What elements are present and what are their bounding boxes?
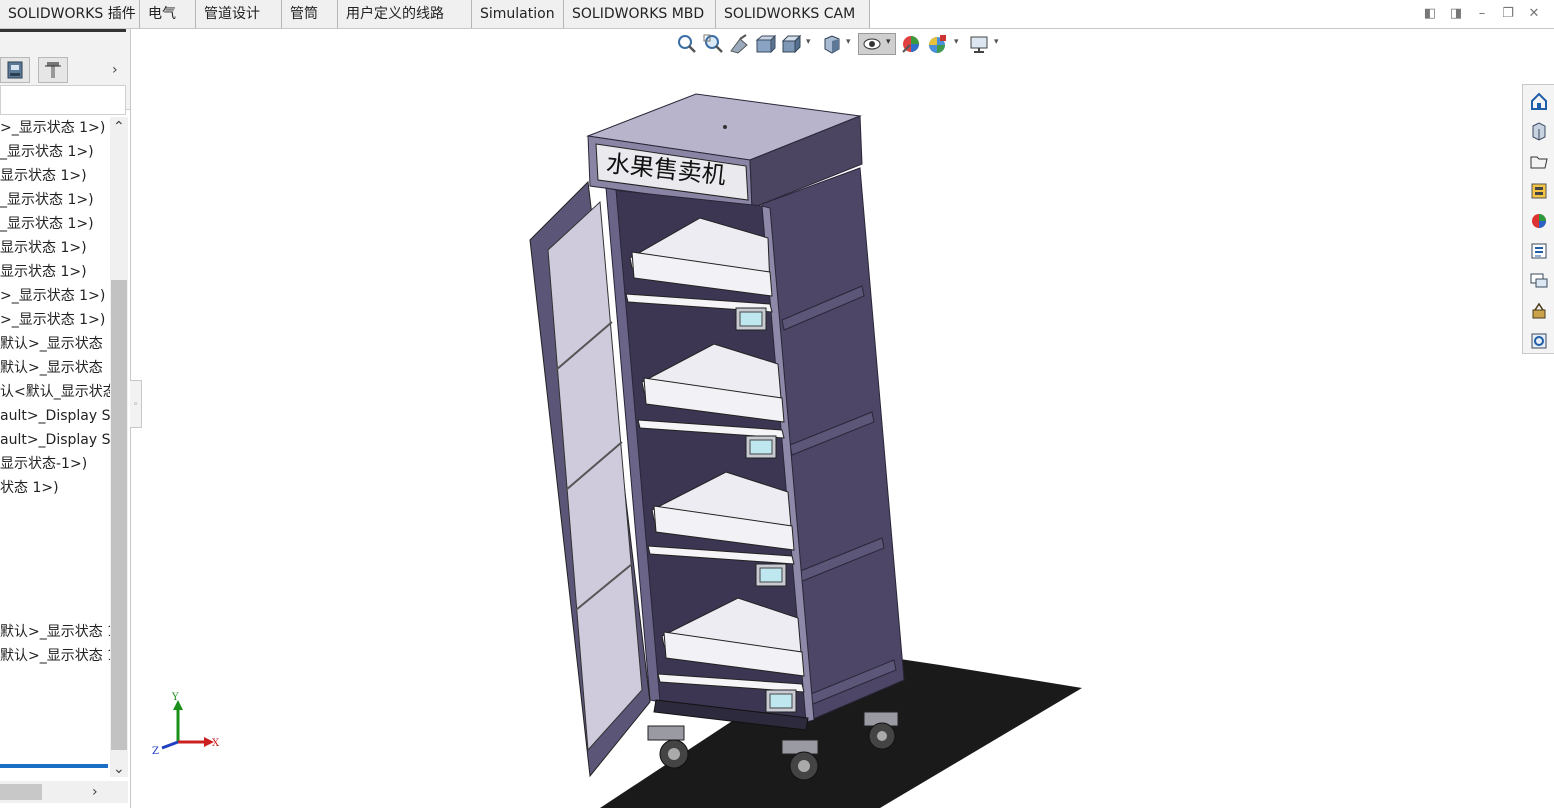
view-orientation-dropdown-icon[interactable]: ▾ [806, 37, 811, 47]
view-settings-dropdown-icon[interactable]: ▾ [994, 37, 999, 47]
file-explorer-icon[interactable] [1529, 151, 1549, 171]
configuration-manager-tab[interactable] [0, 57, 30, 83]
close-icon[interactable]: ✕ [1526, 6, 1542, 22]
x-axis-label: X [212, 738, 220, 749]
scroll-down-icon[interactable]: ⌄ [113, 761, 125, 777]
z-axis-label: Z [152, 746, 159, 757]
y-axis-label: Y [171, 692, 179, 703]
tab-solidworks-addins[interactable]: SOLIDWORKS 插件 [0, 0, 140, 28]
zoom-to-area-icon[interactable] [702, 33, 724, 55]
appearances-icon[interactable] [1529, 211, 1549, 231]
feature-tree: >_显示状态 1>) _显示状态 1>) 显示状态 1>) _显示状态 1>) … [0, 117, 110, 767]
solidworks-resources-icon[interactable] [1529, 91, 1549, 111]
previous-view-icon[interactable] [728, 33, 750, 55]
tree-item[interactable]: 默认>_显示状态 1 [0, 621, 110, 643]
edit-appearance-icon[interactable] [900, 33, 922, 55]
tree-filter-input[interactable] [0, 85, 126, 115]
tree-item[interactable]: 显示状态 1>) [0, 237, 87, 259]
tree-item[interactable]: 状态 1>) [0, 477, 59, 499]
hide-show-dropdown-icon: ▾ [886, 37, 891, 47]
scroll-up-icon[interactable]: ⌃ [113, 119, 125, 135]
panel-top-strip [0, 29, 126, 32]
tree-item[interactable]: 认<默认_显示状态 [0, 381, 110, 403]
task-pane-tabs [1522, 84, 1554, 354]
reference-triad: Y X Z [152, 692, 220, 757]
restore-icon[interactable]: ❐ [1500, 6, 1516, 22]
heads-up-view-toolbar: ▾ ▾ ▾ ▾ ▾ [672, 33, 1012, 57]
tree-item[interactable]: 默认>_显示状态 1 [0, 645, 110, 667]
tree-item[interactable]: 显示状态 1>) [0, 165, 87, 187]
tab-simulation[interactable]: Simulation [472, 0, 564, 28]
apply-scene-icon[interactable] [926, 33, 948, 55]
tab-piping[interactable]: 管道设计 [196, 0, 282, 28]
tile-right-icon[interactable]: ◨ [1448, 6, 1464, 22]
feature-manager-panel: › >_显示状态 1>) _显示状态 1>) 显示状态 1>) _显示状态 1>… [0, 29, 131, 808]
view-palette-icon[interactable] [1529, 181, 1549, 201]
tree-item[interactable]: 默认>_显示状态 [0, 357, 103, 379]
panel-collapse-handle[interactable]: ◦ [130, 380, 142, 428]
view-orientation-icon[interactable] [780, 33, 802, 55]
command-manager-tabs: SOLIDWORKS 插件 电气 管道设计 管筒 用户定义的线路 Simulat… [0, 0, 1554, 29]
tree-item[interactable]: ault>_Display St [0, 405, 110, 427]
tree-item[interactable]: _显示状态 1>) [0, 213, 94, 235]
dimxpert-icon [45, 62, 61, 78]
tree-vertical-scrollbar[interactable]: ⌃ ⌄ [110, 117, 128, 777]
scroll-right-icon[interactable]: › [92, 784, 98, 800]
tree-horizontal-scrollbar[interactable]: › [0, 781, 128, 803]
price-display-screen [749, 439, 773, 455]
tile-left-icon[interactable]: ◧ [1422, 6, 1438, 22]
price-display-screen [739, 311, 763, 327]
tree-item[interactable]: >_显示状态 1>) [0, 309, 105, 331]
top-hole [723, 125, 727, 129]
forum-icon[interactable] [1529, 271, 1549, 291]
tab-solidworks-mbd[interactable]: SOLIDWORKS MBD [564, 0, 716, 28]
custom-properties-icon[interactable] [1529, 241, 1549, 261]
tab-tubing[interactable]: 管筒 [282, 0, 338, 28]
panel-expand-chevron-icon[interactable]: › [112, 62, 118, 78]
tree-item[interactable]: >_显示状态 1>) [0, 285, 105, 307]
tree-item[interactable]: >_显示状态 1>) [0, 117, 105, 139]
hide-show-items-button[interactable]: ▾ [858, 33, 896, 55]
configuration-manager-icon [7, 61, 23, 79]
selection-highlight-bar [0, 764, 108, 768]
cam-icon[interactable] [1529, 331, 1549, 351]
z-axis [161, 740, 179, 750]
tree-item[interactable]: ault>_Display St [0, 429, 110, 451]
view-settings-icon[interactable] [968, 33, 990, 55]
hide-show-items-icon [863, 38, 881, 50]
tab-solidworks-cam[interactable]: SOLIDWORKS CAM [716, 0, 870, 28]
apply-scene-dropdown-icon[interactable]: ▾ [954, 37, 959, 47]
caster-wheel [647, 725, 689, 769]
tree-item[interactable]: _显示状态 1>) [0, 141, 94, 163]
tree-item[interactable]: 显示状态 1>) [0, 261, 87, 283]
tab-electrical[interactable]: 电气 [140, 0, 196, 28]
fruit-vending-cabinet-model[interactable]: 水果售卖机 [520, 90, 1100, 808]
design-library-icon[interactable] [1529, 121, 1549, 141]
toolbox-icon[interactable] [1529, 301, 1549, 321]
tab-user-defined-routing[interactable]: 用户定义的线路 [338, 0, 472, 28]
horizontal-scroll-thumb[interactable] [0, 784, 42, 800]
tree-item[interactable]: _显示状态 1>) [0, 189, 94, 211]
price-display-screen [759, 567, 783, 583]
minimize-icon[interactable]: – [1474, 6, 1490, 22]
tree-item[interactable]: 默认>_显示状态 [0, 333, 103, 355]
display-style-dropdown-icon[interactable]: ▾ [846, 37, 851, 47]
dimxpert-manager-tab[interactable] [38, 57, 68, 83]
tree-item[interactable]: 显示状态-1>) [0, 453, 87, 475]
zoom-to-fit-icon[interactable] [676, 33, 698, 55]
display-style-icon[interactable] [820, 33, 842, 55]
section-view-icon[interactable] [754, 33, 776, 55]
tree-scroll-thumb[interactable] [111, 280, 127, 750]
price-display-screen [769, 693, 793, 709]
